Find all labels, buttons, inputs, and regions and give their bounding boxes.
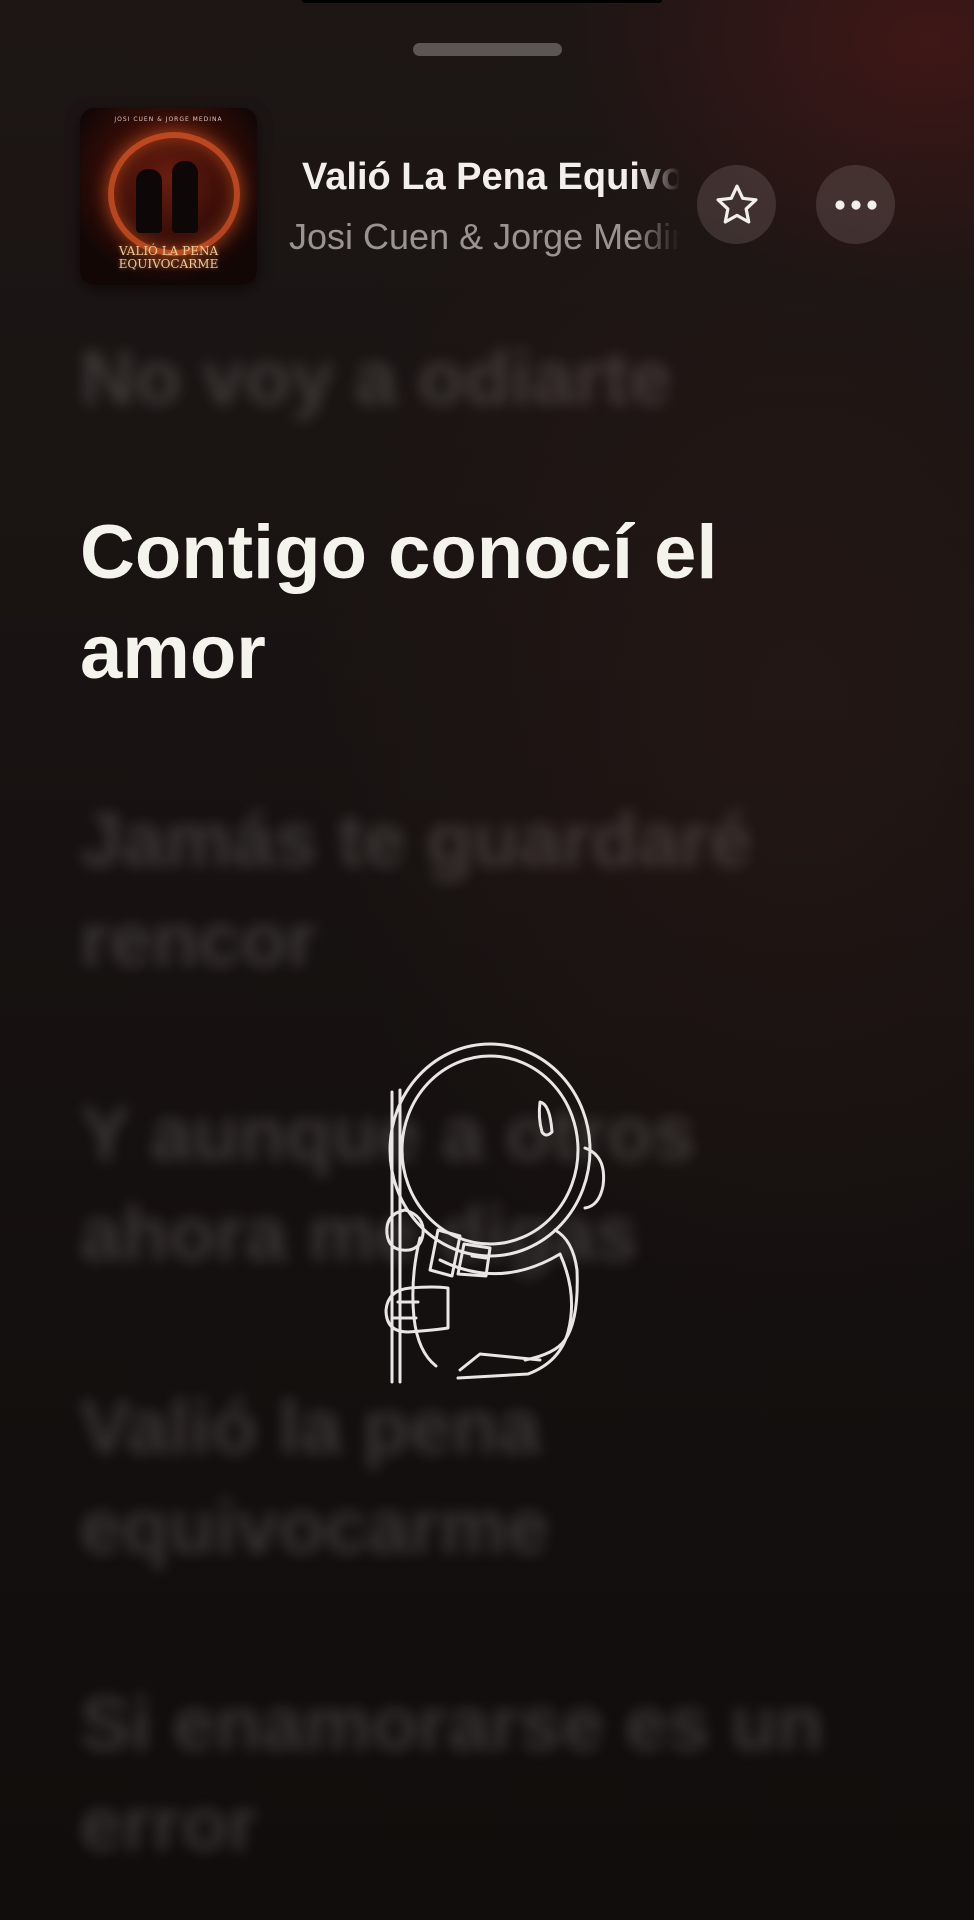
track-title[interactable]: Valió La Pena Equivocarme [302,156,680,199]
artwork-artist-text: JOSI CUEN & JORGE MEDINA [114,116,223,123]
track-artist[interactable]: Josi Cuen & Jorge Medina [289,216,680,258]
lyric-line[interactable]: No voy a odiarte [80,329,840,429]
artwork-figure [136,169,162,233]
ellipsis-icon [834,199,877,210]
lyrics-screen: JOSI CUEN & JORGE MEDINA VALIÓ LA PENA E… [0,0,974,1920]
artwork-title-text: VALIÓ LA PENA EQUIVOCARME [80,245,257,271]
lyric-line[interactable]: Valió la pena equivocarme [80,1378,840,1578]
more-options-button[interactable] [816,165,895,244]
sheet-grabber-handle[interactable] [413,43,562,56]
status-bar-notch [302,0,662,3]
lyric-line-active[interactable]: Contigo conocí el amor [80,503,720,703]
artwork-title-line: EQUIVOCARME [118,257,219,271]
star-icon [716,184,757,224]
astronaut-sticker [384,1042,606,1384]
favorite-button[interactable] [697,165,776,244]
album-artwork[interactable]: JOSI CUEN & JORGE MEDINA VALIÓ LA PENA E… [80,108,257,285]
lyric-line[interactable]: Si enamorarse es un error [80,1675,840,1875]
artwork-figure [172,161,198,233]
lyric-line[interactable]: Jamás te guardaré rencor [80,791,840,991]
